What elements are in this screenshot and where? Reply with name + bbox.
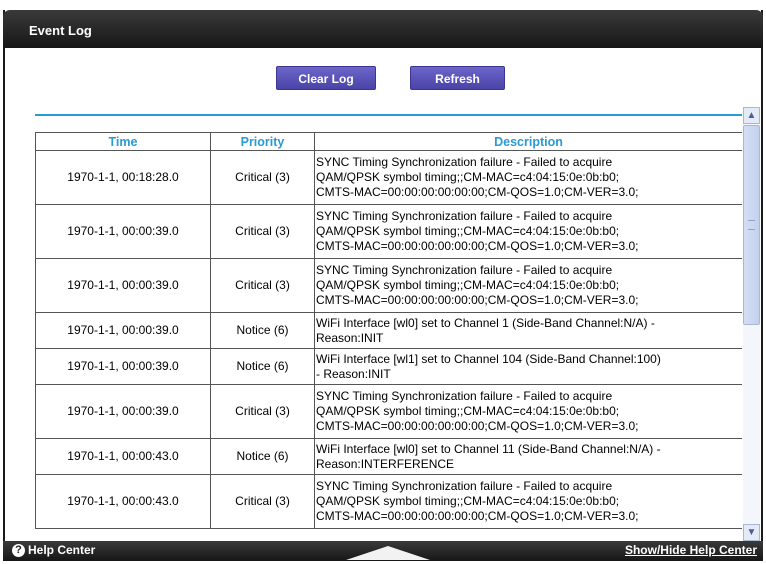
- event-log-table: Time Priority Description 1970-1-1, 00:1…: [35, 132, 742, 529]
- table-row: 1970-1-1, 00:18:28.0 Critical (3) SYNC Tim…: [35, 150, 742, 205]
- priority-cell: Critical (3): [210, 384, 315, 439]
- table-row: 1970-1-1, 00:00:39.0 Critical (3) SYNC Tim…: [35, 258, 742, 313]
- description-cell: SYNC Timing Synchronization failure - Fa…: [314, 384, 742, 439]
- description-line: SYNC Timing Synchronization failure - Fa…: [316, 389, 613, 403]
- priority-cell: Critical (3): [210, 150, 315, 205]
- description-line: SYNC Timing Synchronization failure - Fa…: [316, 479, 613, 493]
- description-cell: SYNC Timing Synchronization failure - Fa…: [314, 204, 742, 259]
- time-cell: 1970-1-1, 00:00:39.0: [35, 312, 211, 349]
- description-line: CMTS-MAC=00:00:00:00:00:00;CM-QOS=1.0;CM…: [316, 419, 639, 433]
- time-cell: 1970-1-1, 00:00:39.0: [35, 348, 211, 385]
- time-cell: 1970-1-1, 00:00:39.0: [35, 258, 211, 313]
- description-line: CMTS-MAC=00:00:00:00:00:00;CM-QOS=1.0;CM…: [316, 509, 639, 523]
- description-line: Reason:INIT: [316, 330, 384, 345]
- description-line: QAM/QPSK symbol timing;;CM-MAC=c4:04:15:…: [316, 494, 620, 508]
- event-log-table-container: Time Priority Description 1970-1-1, 00:1…: [35, 132, 742, 541]
- time-cell: 1970-1-1, 00:18:28.0: [35, 150, 211, 205]
- description-cell: SYNC Timing Synchronization failure - Fa…: [314, 474, 742, 529]
- scrollbar-thumb[interactable]: [743, 125, 760, 325]
- question-mark-icon: ?: [12, 543, 25, 557]
- time-cell: 1970-1-1, 00:00:43.0: [35, 474, 211, 529]
- triangle-up-icon[interactable]: [346, 546, 430, 560]
- table-row: 1970-1-1, 00:00:43.0 Notice (6) WiFi Inter…: [35, 438, 742, 475]
- column-header-description: Description: [314, 132, 742, 151]
- priority-cell: Critical (3): [210, 204, 315, 259]
- scroll-up-arrow-icon[interactable]: ▲: [743, 107, 760, 124]
- time-cell: 1970-1-1, 00:00:43.0: [35, 438, 211, 475]
- description-cell: WiFi Interface [wl1] set to Channel 104 …: [314, 348, 742, 385]
- table-row: 1970-1-1, 00:00:39.0 Critical (3) SYNC Tim…: [35, 384, 742, 439]
- priority-cell: Notice (6): [210, 348, 315, 385]
- description-line: CMTS-MAC=00:00:00:00:00:00;CM-QOS=1.0;CM…: [316, 293, 639, 307]
- column-header-priority: Priority: [210, 132, 315, 151]
- help-center-link[interactable]: ? Help Center: [12, 543, 95, 557]
- help-center-bar: ? Help Center Show/Hide Help Center: [3, 541, 763, 561]
- show-hide-help-center-link[interactable]: Show/Hide Help Center: [625, 543, 757, 557]
- description-cell: SYNC Timing Synchronization failure - Fa…: [314, 258, 742, 313]
- description-line: QAM/QPSK symbol timing;;CM-MAC=c4:04:15:…: [316, 404, 620, 418]
- column-header-time: Time: [35, 132, 211, 151]
- divider: [35, 114, 742, 116]
- refresh-button[interactable]: Refresh: [410, 66, 505, 90]
- description-line: QAM/QPSK symbol timing;;CM-MAC=c4:04:15:…: [316, 278, 620, 292]
- title-bar: Event Log: [3, 10, 763, 48]
- description-line: WiFi Interface [wl0] set to Channel 1 (S…: [316, 315, 655, 330]
- page-title: Event Log: [29, 23, 92, 38]
- scroll-down-arrow-icon[interactable]: ▼: [743, 524, 760, 541]
- description-line: QAM/QPSK symbol timing;;CM-MAC=c4:04:15:…: [316, 170, 620, 184]
- description-line: WiFi Interface [wl0] set to Channel 11 (…: [316, 441, 661, 456]
- help-center-label: Help Center: [28, 543, 96, 557]
- description-line: - Reason:INIT: [316, 366, 391, 381]
- priority-cell: Notice (6): [210, 438, 315, 475]
- description-cell: WiFi Interface [wl0] set to Channel 1 (S…: [314, 312, 742, 349]
- table-row: 1970-1-1, 00:00:39.0 Critical (3) SYNC Tim…: [35, 204, 742, 259]
- description-line: CMTS-MAC=00:00:00:00:00:00;CM-QOS=1.0;CM…: [316, 185, 639, 199]
- table-row: 1970-1-1, 00:00:39.0 Notice (6) WiFi Inter…: [35, 348, 742, 385]
- description-line: QAM/QPSK symbol timing;;CM-MAC=c4:04:15:…: [316, 224, 620, 238]
- table-row: 1970-1-1, 00:00:43.0 Critical (3) SYNC Tim…: [35, 474, 742, 529]
- clear-log-button[interactable]: Clear Log: [276, 66, 376, 90]
- description-line: WiFi Interface [wl1] set to Channel 104 …: [316, 351, 661, 366]
- priority-cell: Notice (6): [210, 312, 315, 349]
- description-line: SYNC Timing Synchronization failure - Fa…: [316, 155, 613, 169]
- description-cell: WiFi Interface [wl0] set to Channel 11 (…: [314, 438, 742, 475]
- table-row: 1970-1-1, 00:00:39.0 Notice (6) WiFi Inter…: [35, 312, 742, 349]
- priority-cell: Critical (3): [210, 474, 315, 529]
- description-line: SYNC Timing Synchronization failure - Fa…: [316, 209, 613, 223]
- grip-icon: [748, 220, 755, 230]
- description-line: CMTS-MAC=00:00:00:00:00:00;CM-QOS=1.0;CM…: [316, 239, 639, 253]
- description-line: SYNC Timing Synchronization failure - Fa…: [316, 263, 613, 277]
- priority-cell: Critical (3): [210, 258, 315, 313]
- description-cell: SYNC Timing Synchronization failure - Fa…: [314, 150, 742, 205]
- time-cell: 1970-1-1, 00:00:39.0: [35, 204, 211, 259]
- description-line: Reason:INTERFERENCE: [316, 456, 455, 471]
- time-cell: 1970-1-1, 00:00:39.0: [35, 384, 211, 439]
